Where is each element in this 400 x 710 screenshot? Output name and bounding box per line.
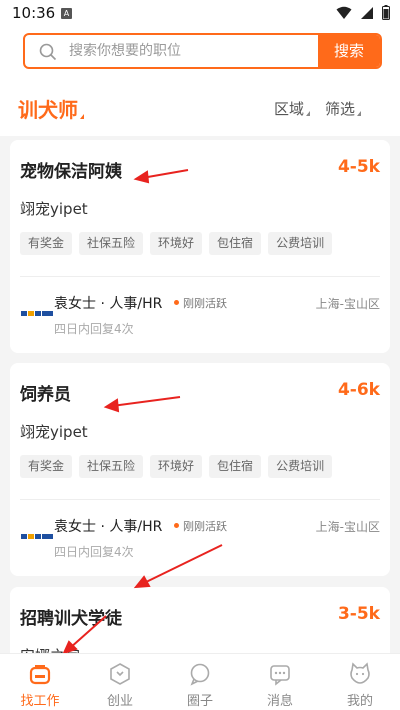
card-divider — [20, 276, 380, 277]
startup-icon — [110, 663, 130, 685]
tab-label: 找工作 — [20, 694, 60, 709]
benefit-tag: 公费培训 — [268, 232, 333, 255]
active-dot-icon — [174, 300, 179, 305]
tab-find-job[interactable]: 找工作 — [0, 654, 80, 710]
tab-mine[interactable]: 我的 — [320, 654, 400, 710]
notification-a-icon: A — [61, 8, 72, 19]
active-status-text: 刚刚活跃 — [183, 297, 227, 310]
job-title: 招聘训犬学徒 — [20, 609, 122, 629]
job-title: 宠物保洁阿姨 — [20, 162, 122, 182]
status-bar: 10:36 A — [0, 0, 400, 28]
job-title: 饲养员 — [20, 385, 71, 405]
benefit-tag: 有奖金 — [20, 232, 73, 255]
system-icons — [336, 5, 390, 20]
benefit-tag: 社保五险 — [79, 455, 144, 478]
more-filter[interactable]: 筛选 — [325, 98, 362, 119]
benefit-tag: 公费培训 — [268, 455, 333, 478]
benefit-tag: 有奖金 — [20, 455, 73, 478]
region-dropdown-icon — [306, 111, 311, 116]
recruiter-name: 袁女士 · 人事/HR — [54, 519, 163, 535]
company-logo — [20, 533, 54, 540]
benefit-tag: 社保五险 — [79, 232, 144, 255]
benefit-tags: 有奖金 社保五险 环境好 包住宿 公费培训 — [20, 232, 333, 255]
region-filter[interactable]: 区域 — [274, 98, 311, 119]
search-button[interactable]: 搜索 — [318, 35, 380, 67]
job-card[interactable]: 宠物保洁阿姨 4-5k 翊宠yipet 有奖金 社保五险 环境好 包住宿 公费培… — [10, 140, 390, 353]
tab-circle[interactable]: 圈子 — [160, 654, 240, 710]
benefit-tags: 有奖金 社保五险 环境好 包住宿 公费培训 — [20, 455, 333, 478]
cat-face-icon — [350, 662, 370, 684]
company-name: 翊宠yipet — [20, 200, 88, 218]
active-status-text: 刚刚活跃 — [183, 520, 227, 533]
search-box: 搜索 — [23, 33, 382, 69]
tab-label: 我的 — [346, 694, 373, 709]
search-input[interactable] — [69, 35, 319, 67]
filter-bar: 训犬师 区域 筛选 — [0, 80, 400, 136]
more-filter-label: 筛选 — [325, 100, 356, 118]
status-time: 10:36 — [12, 4, 56, 22]
reply-note: 四日内回复4次 — [54, 545, 134, 559]
company-logo — [20, 310, 54, 317]
job-salary: 4-5k — [337, 157, 380, 177]
active-status: 刚刚活跃 — [174, 518, 227, 534]
signal-icon — [361, 6, 373, 19]
reply-note: 四日内回复4次 — [54, 322, 134, 336]
wifi-icon — [336, 6, 352, 19]
recruiter-name: 袁女士 · 人事/HR — [54, 296, 163, 312]
active-status: 刚刚活跃 — [174, 295, 227, 311]
category-label: 训犬师 — [18, 98, 78, 122]
category-selector[interactable]: 训犬师 — [18, 94, 84, 123]
message-icon — [270, 665, 290, 686]
card-divider — [20, 499, 380, 500]
tab-startup[interactable]: 创业 — [80, 654, 160, 710]
job-card[interactable]: 饲养员 4-6k 翊宠yipet 有奖金 社保五险 环境好 包住宿 公费培训 袁… — [10, 363, 390, 576]
tab-label: 消息 — [266, 694, 293, 709]
job-salary: 3-5k — [337, 604, 380, 624]
search-icon — [39, 43, 57, 61]
region-filter-label: 区域 — [274, 100, 305, 118]
chat-bubble-icon — [190, 663, 210, 686]
tab-messages[interactable]: 消息 — [240, 654, 320, 710]
filter-dropdown-icon — [357, 111, 362, 116]
battery-icon — [382, 5, 390, 20]
benefit-tag: 包住宿 — [209, 455, 262, 478]
category-dropdown-icon — [80, 114, 84, 119]
tab-label: 圈子 — [186, 694, 213, 709]
search-bar-container: 搜索 — [0, 28, 400, 80]
job-location: 上海-宝山区 — [315, 520, 380, 534]
benefit-tag: 环境好 — [150, 232, 203, 255]
job-location: 上海-宝山区 — [315, 297, 380, 311]
job-salary: 4-6k — [337, 380, 380, 400]
briefcase-icon — [29, 665, 51, 685]
company-name: 翊宠yipet — [20, 423, 88, 441]
bottom-tab-bar: 找工作 创业 圈子 消息 我的 — [0, 653, 400, 710]
benefit-tag: 包住宿 — [209, 232, 262, 255]
active-dot-icon — [174, 523, 179, 528]
tab-label: 创业 — [106, 694, 133, 709]
benefit-tag: 环境好 — [150, 455, 203, 478]
